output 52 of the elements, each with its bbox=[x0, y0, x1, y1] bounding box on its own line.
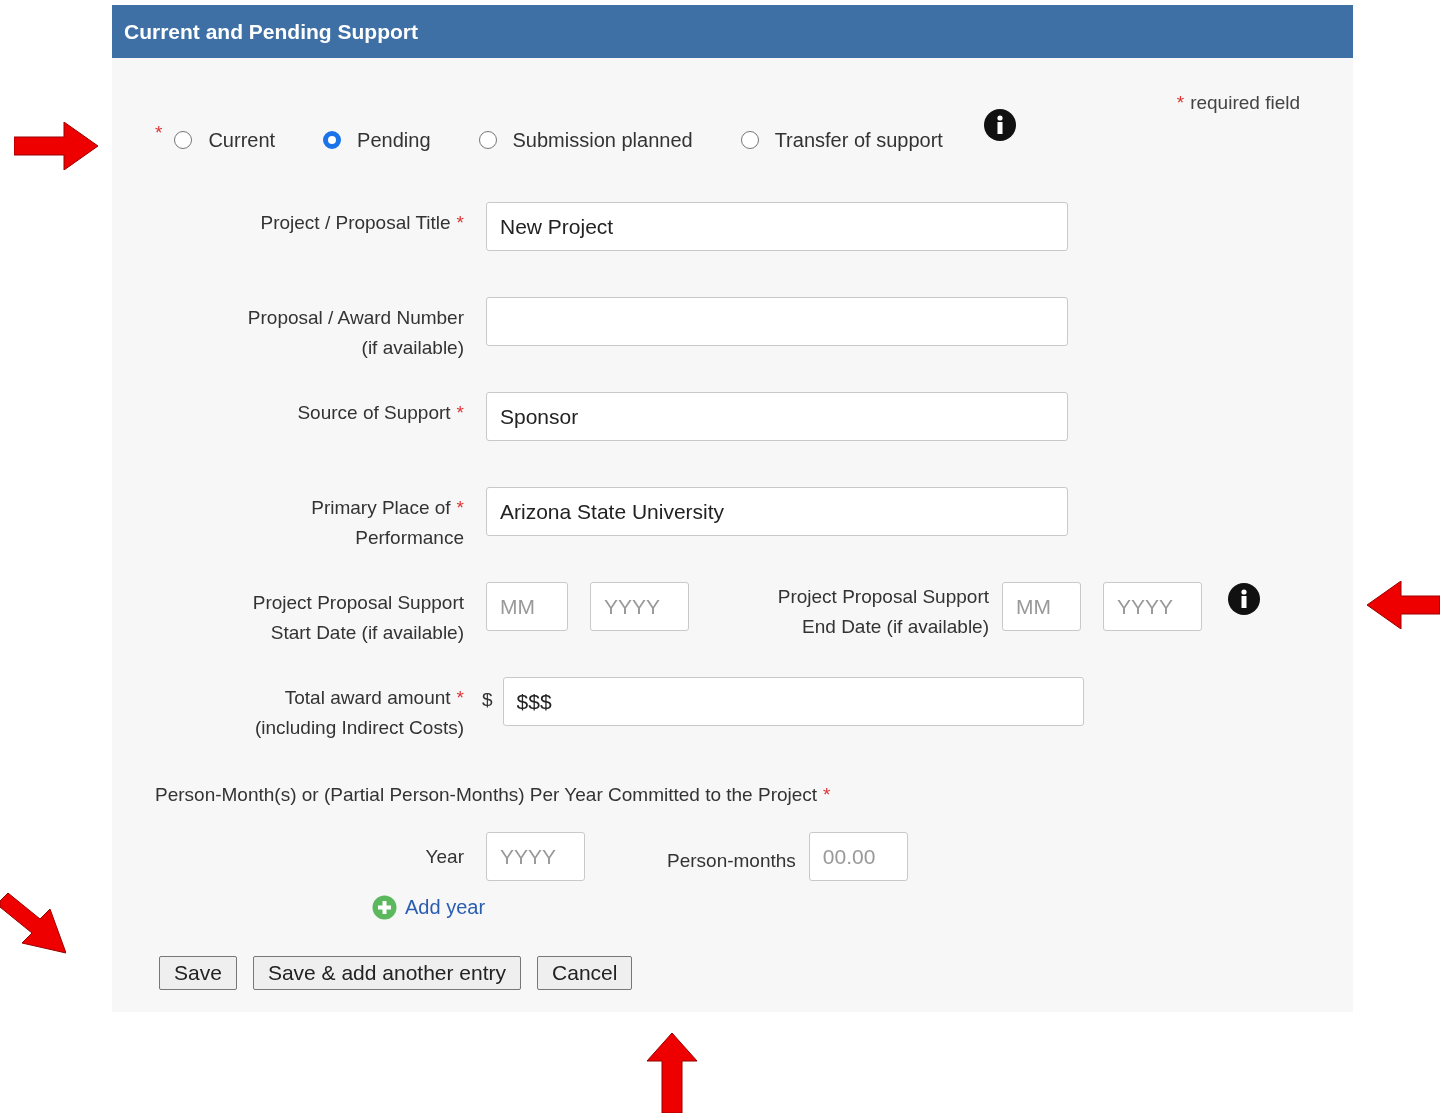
field-label: End Date (if available) bbox=[802, 615, 989, 639]
info-icon[interactable] bbox=[1227, 582, 1261, 616]
text-field[interactable]: New Project bbox=[486, 202, 1068, 251]
info-icon[interactable] bbox=[982, 108, 1017, 142]
form-button[interactable]: Cancel bbox=[537, 956, 633, 990]
annotation-arrow bbox=[0, 893, 66, 955]
amount-field[interactable]: $$$ bbox=[502, 677, 1084, 726]
status-radio-option[interactable]: Current bbox=[174, 128, 276, 152]
required-marker: * bbox=[456, 401, 464, 425]
field-label: Proposal / Award Number bbox=[247, 306, 464, 330]
field-label: Project / Proposal Title bbox=[260, 211, 451, 235]
field-label: Person-months bbox=[667, 849, 796, 872]
year-field[interactable]: YYYY bbox=[486, 832, 585, 881]
field-label: Primary Place of bbox=[311, 496, 451, 520]
form-button[interactable]: Save & add another entry bbox=[252, 956, 522, 990]
section-heading: Person-Month(s) or (Partial Person-Months) Per Year Committed to the Project bbox=[155, 784, 818, 806]
text-field[interactable] bbox=[486, 297, 1068, 346]
required-note: required field bbox=[1190, 92, 1300, 114]
person-months-field[interactable]: 00.00 bbox=[808, 832, 908, 881]
status-radio-option[interactable]: Transfer of support bbox=[740, 128, 943, 152]
year-field[interactable]: YYYY bbox=[590, 582, 689, 631]
status-radio-option[interactable]: Pending bbox=[323, 128, 431, 152]
text-field[interactable]: Arizona State University bbox=[486, 487, 1068, 536]
radio-button[interactable] bbox=[740, 131, 759, 149]
panel-title: Current and Pending Support bbox=[124, 19, 418, 44]
field-label: Source of Support bbox=[297, 401, 451, 425]
add-year-link[interactable]: Add year bbox=[405, 896, 486, 919]
required-marker: * bbox=[456, 211, 464, 235]
field-label: Year bbox=[425, 844, 464, 869]
form-button[interactable]: Save bbox=[159, 956, 237, 990]
required-marker: * bbox=[823, 784, 831, 806]
year-field[interactable]: YYYY bbox=[1103, 582, 1202, 631]
field-label: Total award amount bbox=[284, 686, 451, 710]
text-field[interactable]: Sponsor bbox=[486, 392, 1068, 441]
radio-button[interactable] bbox=[174, 131, 193, 149]
status-radio-option[interactable]: Submission planned bbox=[478, 128, 693, 152]
field-label: Performance bbox=[355, 526, 464, 550]
required-marker: * bbox=[456, 686, 464, 710]
radio-button[interactable] bbox=[478, 131, 497, 149]
field-label: Project Proposal Support bbox=[777, 585, 989, 609]
required-marker: * bbox=[155, 122, 163, 144]
month-field[interactable]: MM bbox=[1002, 582, 1081, 631]
field-label: Project Proposal Support bbox=[252, 591, 464, 615]
month-field[interactable]: MM bbox=[486, 582, 568, 631]
field-label: (if available) bbox=[361, 336, 464, 360]
required-marker: * bbox=[456, 496, 464, 520]
field-label: Start Date (if available) bbox=[270, 621, 464, 645]
add-icon[interactable] bbox=[372, 895, 397, 920]
required-marker: * bbox=[1176, 92, 1185, 114]
radio-button[interactable] bbox=[323, 131, 342, 149]
field-label: (including Indirect Costs) bbox=[254, 716, 464, 740]
currency-symbol: $ bbox=[482, 689, 493, 711]
